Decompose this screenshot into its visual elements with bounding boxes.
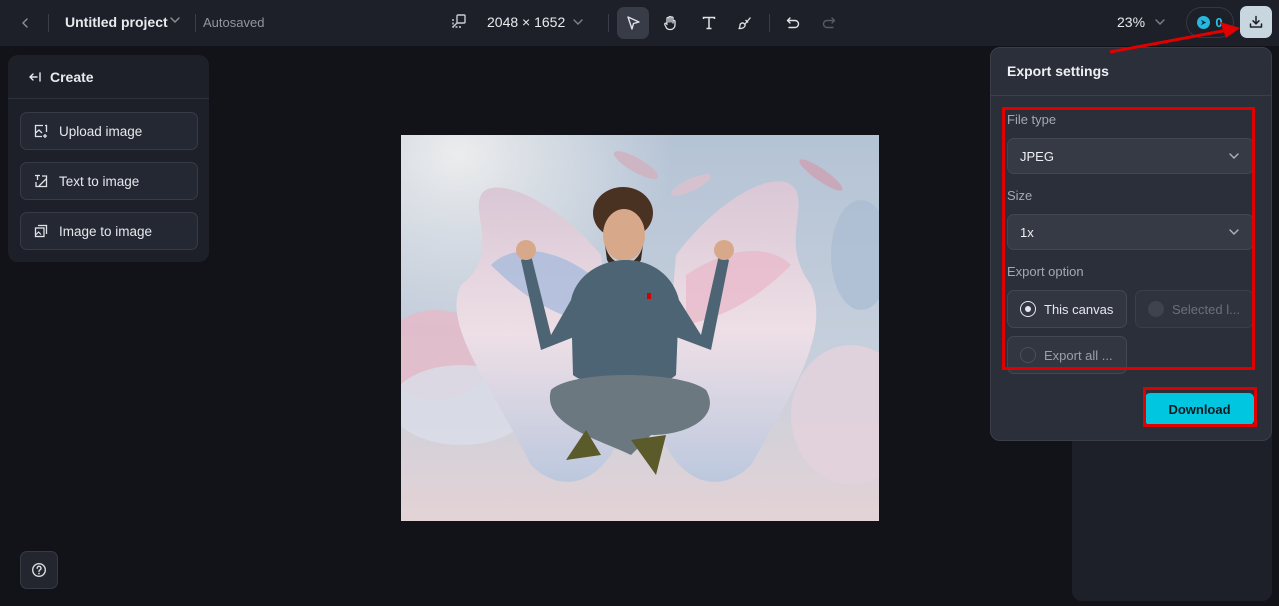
size-select[interactable]: 1x [1007,214,1254,250]
canvas-size-dropdown[interactable]: 2048 × 1652 [487,14,585,30]
properties-panel [1072,420,1272,601]
save-status: Autosaved [203,15,265,30]
radio-selected-icon [1020,301,1036,317]
divider [48,14,49,32]
export-option-label: Export option [1007,264,1084,279]
export-all-label: Export all ... [1044,347,1113,363]
chevron-left-icon [22,18,28,28]
export-settings-panel: Export settings File type JPEG Size 1x E… [990,47,1272,441]
hand-icon [664,15,676,31]
redo-button[interactable] [813,7,845,39]
back-button[interactable] [14,12,36,34]
file-type-value: JPEG [1020,148,1054,164]
project-menu-toggle[interactable] [168,13,182,27]
size-value: 1x [1020,224,1034,240]
canvas-image[interactable] [401,135,879,521]
divider [195,14,196,32]
download-button[interactable]: Download [1145,393,1254,425]
create-panel-collapse[interactable]: Create [8,55,209,99]
annotation-arrow [1109,22,1240,54]
divider [991,95,1271,96]
text-tool-button[interactable] [693,7,725,39]
upload-image-button[interactable]: Upload image [20,112,198,150]
resize-canvas-button[interactable] [451,13,467,29]
canvas-size-value: 2048 × 1652 [487,14,566,30]
text-to-image-label: Text to image [59,173,140,189]
divider [608,14,609,32]
text-icon [702,16,716,30]
canvas-artwork [401,135,879,521]
image-to-image-button[interactable]: Image to image [20,212,198,250]
chevron-down-icon [1229,229,1239,235]
chevron-down-icon [1229,153,1239,159]
undo-icon [786,17,800,29]
file-type-select[interactable]: JPEG [1007,138,1254,174]
text-to-image-button[interactable]: Text to image [20,162,198,200]
collapse-left-icon [29,71,41,82]
this-canvas-label: This canvas [1044,301,1114,317]
export-option-export-all[interactable]: Export all ... [1007,336,1127,374]
help-icon [31,562,47,578]
radio-unselected-icon [1020,347,1036,363]
download-icon [1249,15,1263,28]
text-to-image-icon [35,174,48,188]
project-title[interactable]: Untitled project [65,14,168,30]
image-to-image-icon [34,224,48,238]
size-label: Size [1007,188,1033,203]
image-to-image-label: Image to image [59,223,153,239]
brush-tool-button[interactable] [729,7,761,39]
undo-button[interactable] [777,7,809,39]
hand-tool-button[interactable] [654,7,686,39]
upload-image-label: Upload image [59,123,143,139]
radio-disabled-icon [1148,301,1164,317]
upload-image-icon [34,124,48,138]
export-option-this-canvas[interactable]: This canvas [1007,290,1127,328]
export-option-selected-layers[interactable]: Selected l... [1135,290,1254,328]
file-type-label: File type [1007,112,1057,127]
chevron-down-icon [573,19,583,25]
chevron-down-icon [170,17,180,23]
selected-layers-label: Selected l... [1172,301,1240,317]
help-button[interactable] [20,551,58,589]
resize-icon [452,14,466,28]
redo-icon [822,17,836,29]
divider [769,14,770,32]
create-panel-title: Create [50,68,94,85]
export-settings-title: Export settings [1007,63,1109,79]
cursor-arrow-icon [627,16,640,30]
top-bar: Untitled project Autosaved 2048 × 1652 2… [0,0,1279,46]
brush-icon [738,17,751,30]
select-tool-button[interactable] [617,7,649,39]
create-panel: Create Upload image Text to image Image … [8,55,209,262]
